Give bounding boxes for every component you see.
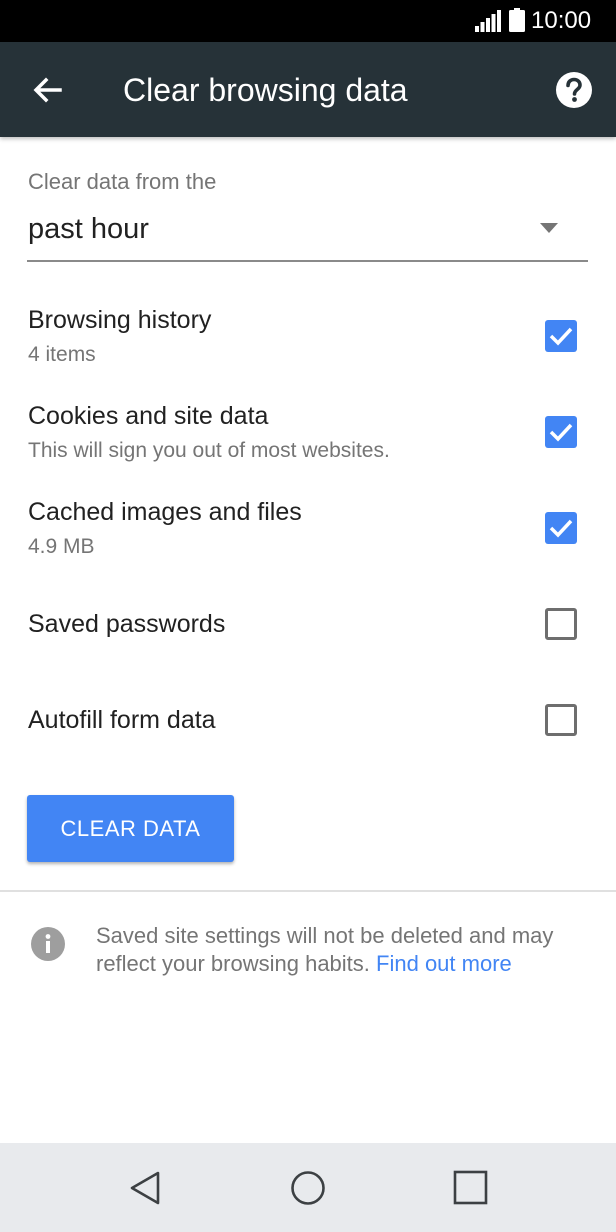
cookies-checkbox[interactable] [545, 416, 577, 448]
browsing-history-checkbox[interactable] [545, 320, 577, 352]
page-title: Clear browsing data [123, 72, 408, 108]
signal-icon [475, 10, 501, 32]
checkmark-icon [549, 423, 573, 442]
option-subtitle: 4 items [28, 343, 96, 366]
option-saved-passwords[interactable]: Saved passwords [0, 590, 616, 660]
clear-data-button[interactable]: CLEAR DATA [27, 795, 234, 862]
option-title: Saved passwords [28, 610, 226, 638]
option-subtitle: This will sign you out of most websites. [28, 439, 390, 462]
navigation-bar [0, 1143, 616, 1232]
divider [0, 890, 616, 892]
back-arrow-icon [33, 77, 62, 103]
nav-recents-button[interactable] [449, 1167, 493, 1211]
time-range-label: Clear data from the [28, 169, 217, 194]
option-autofill-form-data[interactable]: Autofill form data [0, 686, 616, 756]
checkmark-icon [549, 519, 573, 538]
info-message: Saved site settings will not be deleted … [96, 922, 566, 978]
nav-recents-icon [453, 1170, 488, 1205]
status-bar: 10:00 [0, 0, 616, 42]
back-button[interactable] [22, 66, 72, 116]
help-icon [556, 72, 592, 108]
find-out-more-link[interactable]: Find out more [376, 951, 512, 976]
option-title: Autofill form data [28, 706, 216, 734]
dropdown-arrow-icon [540, 223, 558, 233]
time-range-dropdown[interactable]: past hour [27, 205, 588, 262]
autofill-checkbox[interactable] [545, 704, 577, 736]
nav-back-icon [130, 1171, 160, 1205]
app-bar: Clear browsing data [0, 42, 616, 137]
info-icon [31, 927, 65, 961]
saved-passwords-checkbox[interactable] [545, 608, 577, 640]
option-title: Cookies and site data [28, 402, 269, 430]
battery-icon [509, 8, 525, 32]
time-range-value: past hour [28, 213, 149, 245]
cached-images-checkbox[interactable] [545, 512, 577, 544]
option-cached-images[interactable]: Cached images and files 4.9 MB [0, 492, 616, 572]
nav-home-button[interactable] [286, 1167, 330, 1211]
help-button[interactable] [552, 68, 596, 112]
option-cookies-site-data[interactable]: Cookies and site data This will sign you… [0, 396, 616, 476]
nav-home-icon [291, 1171, 325, 1205]
option-subtitle: 4.9 MB [28, 535, 95, 558]
checkmark-icon [549, 327, 573, 346]
status-time: 10:00 [531, 7, 592, 34]
nav-back-button[interactable] [124, 1167, 168, 1211]
option-title: Cached images and files [28, 498, 302, 526]
option-title: Browsing history [28, 306, 212, 334]
option-browsing-history[interactable]: Browsing history 4 items [0, 300, 616, 380]
